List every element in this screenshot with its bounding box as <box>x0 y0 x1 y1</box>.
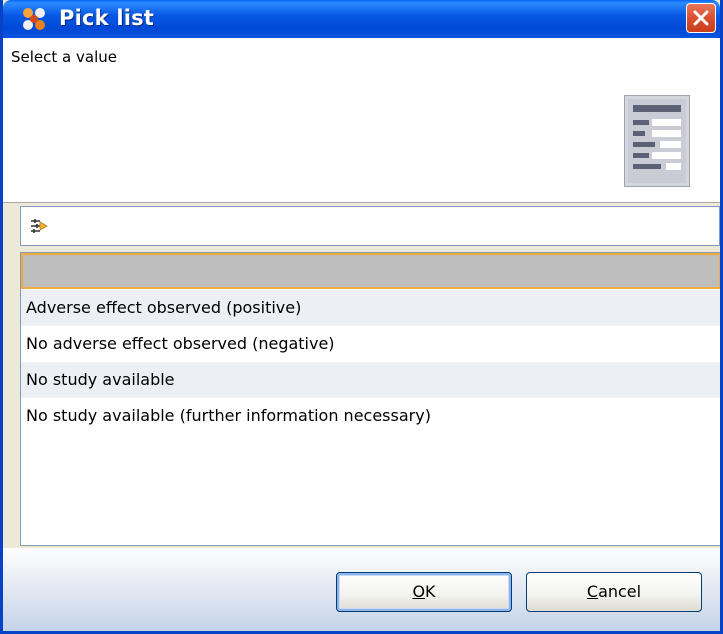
value-list[interactable]: Adverse effect observed (positive) No ad… <box>20 252 720 546</box>
list-item[interactable]: Adverse effect observed (positive) <box>21 290 720 326</box>
cancel-label-rest: ancel <box>598 582 642 601</box>
pick-list-dialog: Pick list Select a value Adverse effect … <box>0 0 723 634</box>
list-item[interactable]: No adverse effect observed (negative) <box>21 326 720 362</box>
list-item[interactable]: No study available (further information … <box>21 398 720 434</box>
list-item-empty[interactable] <box>21 253 720 289</box>
title-bar[interactable]: Pick list <box>3 0 720 38</box>
dialog-title: Pick list <box>59 6 155 30</box>
ok-label-rest: K <box>425 582 436 601</box>
filter-icon <box>31 219 48 233</box>
form-list-icon <box>624 95 690 187</box>
list-item[interactable]: No study available <box>21 362 720 398</box>
app-logo-icon <box>23 8 45 30</box>
header-panel: Select a value <box>3 38 720 203</box>
filter-field[interactable] <box>20 206 720 247</box>
cancel-button[interactable]: Cancel <box>526 572 702 612</box>
close-icon <box>693 10 709 26</box>
ok-mnemonic: O <box>412 582 426 601</box>
cancel-mnemonic: C <box>586 582 599 601</box>
filter-input[interactable] <box>55 207 715 247</box>
ok-button[interactable]: OK <box>336 572 512 612</box>
prompt-text: Select a value <box>11 48 117 66</box>
close-button[interactable] <box>686 3 716 33</box>
